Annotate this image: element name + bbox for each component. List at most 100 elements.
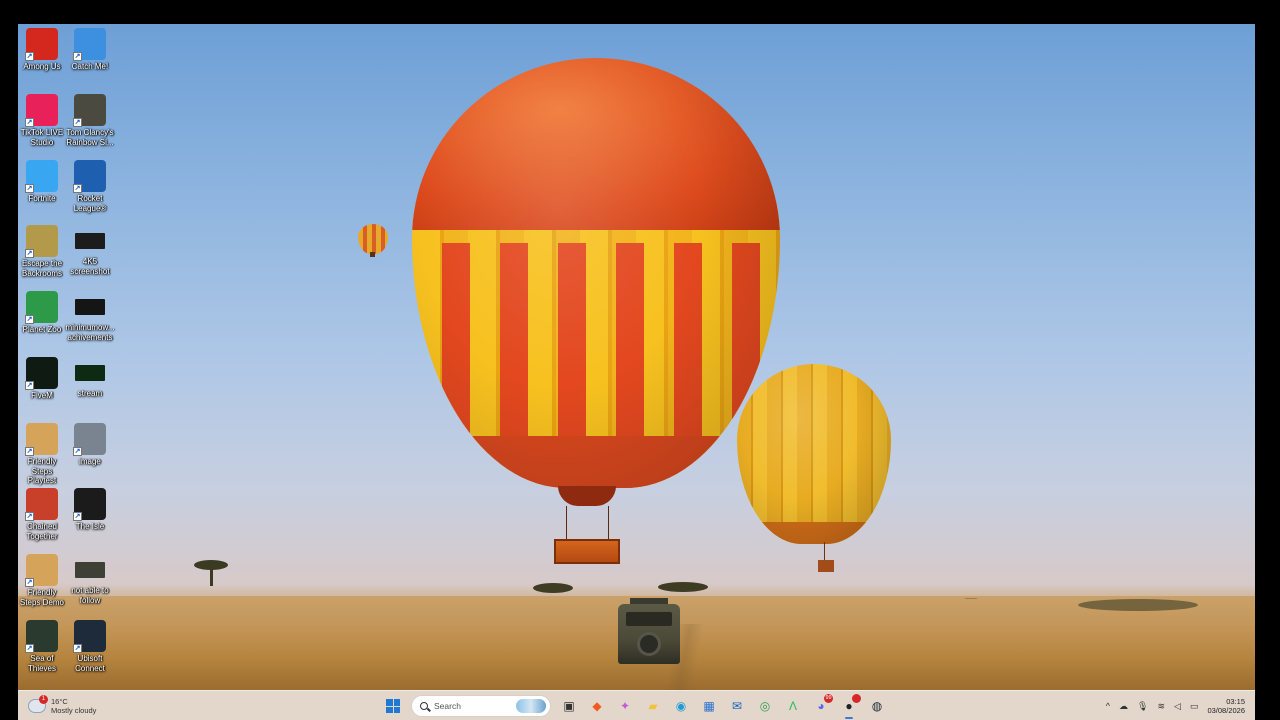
wifi-icon[interactable]: ≋ <box>1157 701 1165 712</box>
ubisoft-icon: ↗ <box>73 620 106 653</box>
task-view-button[interactable]: ▣ <box>559 696 579 716</box>
desktop-icon[interactable]: ↗ The Isle <box>65 488 115 532</box>
show-hidden-icons-button[interactable]: ^ <box>1106 701 1110 711</box>
discord-icon: ◕ <box>817 699 825 713</box>
desktop-icon[interactable]: ↗ Chained Together <box>18 488 67 541</box>
desktop-icon[interactable]: ↗ Ubisoft Connect <box>65 620 115 673</box>
task-view-icon: ▣ <box>563 699 575 713</box>
fivem-taskbar-button[interactable]: Λ <box>783 696 803 716</box>
microphone-icon[interactable]: 🎙 <box>1137 701 1148 712</box>
shortcut-arrow-icon: ↗ <box>25 381 34 390</box>
desktop-icon[interactable]: ↗ Escape the Backrooms <box>18 225 67 278</box>
onedrive-icon[interactable]: ☁ <box>1119 701 1128 712</box>
medium-balloon <box>737 364 891 544</box>
steam-button[interactable]: ◍ <box>867 696 887 716</box>
weather-alert-badge: 1 <box>39 695 48 704</box>
desktop-icon[interactable]: ↗ Tom Clancy's Rainbow Si... <box>65 94 115 147</box>
shortcut-arrow-icon: ↗ <box>25 118 34 127</box>
large-balloon <box>412 58 780 488</box>
desktop-icon-label: Among Us <box>23 62 61 71</box>
stream-file-icon <box>75 365 105 381</box>
desktop-icon-label: TikTok LIVE Studio <box>20 128 64 147</box>
clock-date: 03/08/2026 <box>1207 706 1245 715</box>
fortnite-icon: ↗ <box>25 160 58 193</box>
battery-icon[interactable]: ▭ <box>1190 701 1199 712</box>
rainbow-six-icon: ↗ <box>73 94 106 127</box>
desktop-icon[interactable]: stream <box>65 357 115 399</box>
shortcut-arrow-icon: ↗ <box>25 184 34 193</box>
cloud-icon: 1 <box>28 695 48 713</box>
desktop-icon[interactable]: ↗ Friendly Steps Demo <box>18 554 67 607</box>
desktop-icon[interactable]: ↗ Among Us <box>18 28 67 72</box>
desktop-icon-label: Sea of Thieves <box>27 654 56 673</box>
clock[interactable]: 03:15 03/08/2026 <box>1207 697 1245 715</box>
friendly-steps-icon: ↗ <box>25 554 58 587</box>
fivem-icon: ↗ <box>25 357 58 390</box>
desktop-icon[interactable]: not able to follow <box>65 554 115 605</box>
edge-button[interactable]: ◉ <box>671 696 691 716</box>
balloon-basket <box>554 539 620 564</box>
desktop-icon-label: Chained Together <box>26 522 58 541</box>
chrome-button[interactable]: ◎ <box>755 696 775 716</box>
image-file-icon: ↗ <box>73 423 106 456</box>
weather-condition: Mostly cloudy <box>51 706 97 715</box>
desktop-icon[interactable]: ↗ Sea of Thieves <box>18 620 67 673</box>
shortcut-arrow-icon: ↗ <box>25 578 34 587</box>
tiktok-icon: ↗ <box>25 94 58 127</box>
shortcut-arrow-icon: ↗ <box>25 644 34 653</box>
shortcut-arrow-icon: ↗ <box>25 249 34 258</box>
taskbar: 1 16°C Mostly cloudy Search ▣ ◆ ✦ ▰ ◉ ▦ ✉ ◎ Λ ◕ 99… <box>18 690 1255 720</box>
search-placeholder: Search <box>434 701 461 711</box>
desktop-icon-label: Planet Zoo <box>22 325 62 334</box>
desktop-icon-label: Fortnite <box>28 194 56 203</box>
weather-temperature: 16°C <box>51 697 68 706</box>
edge-icon: ◉ <box>675 699 687 713</box>
mail-icon: ✉ <box>731 699 743 713</box>
desktop-screen: ↗ Among Us ↗ Catch Me! ↗ TikTok LIVE Studio ↗ T… <box>18 24 1255 720</box>
chrome-icon: ◎ <box>759 699 771 713</box>
rocket-league-icon: ↗ <box>73 160 106 193</box>
obs-icon: ● <box>845 699 853 713</box>
windows-icon <box>386 699 400 713</box>
store-button[interactable]: ▦ <box>699 696 719 716</box>
desktop-icon[interactable]: ↗ image <box>65 423 115 467</box>
desktop-icon[interactable]: ↗ Friendly Steps Playtest <box>18 423 67 486</box>
desktop-icon[interactable]: 4K5 screenshot <box>65 225 115 276</box>
desktop-icon[interactable]: ↗ Catch Me! <box>65 28 115 72</box>
shortcut-arrow-icon: ↗ <box>73 512 82 521</box>
start-button[interactable] <box>383 696 403 716</box>
desktop-icon-label: minimumow... achivements <box>65 323 115 342</box>
obs-button[interactable]: ● <box>839 694 861 719</box>
file-explorer-button[interactable]: ▰ <box>643 696 663 716</box>
volume-icon[interactable]: ◁ <box>1174 701 1181 712</box>
desktop-icon[interactable]: ↗ Rocket League® <box>65 160 115 213</box>
among-us-icon: ↗ <box>25 28 58 61</box>
desktop-icon[interactable]: minimumow... achivements <box>65 291 115 342</box>
desktop-icon-label: image <box>79 457 101 466</box>
desktop-icon-label: Escape the Backrooms <box>21 259 63 278</box>
desktop-icon[interactable]: ↗ Fortnite <box>18 160 67 204</box>
desktop-icon-label: Tom Clancy's Rainbow Si... <box>66 128 114 147</box>
desktop-icon-label: not able to follow <box>71 586 109 605</box>
shortcut-arrow-icon: ↗ <box>73 184 82 193</box>
discord-button[interactable]: ◕ 99 <box>811 694 833 716</box>
desktop-icon[interactable]: ↗ TikTok LIVE Studio <box>18 94 67 147</box>
safari-jeep <box>618 598 680 664</box>
brave-button[interactable]: ◆ <box>587 696 607 716</box>
copilot-button[interactable]: ✦ <box>615 696 635 716</box>
desktop-icon[interactable]: ↗ FiveM <box>18 357 67 401</box>
screenshot-file-icon <box>75 233 105 249</box>
desktop-icon[interactable]: ↗ Planet Zoo <box>18 291 67 335</box>
shortcut-arrow-icon: ↗ <box>25 512 34 521</box>
desktop-icon-label: Rocket League® <box>73 194 107 213</box>
weather-widget[interactable]: 1 16°C Mostly cloudy <box>28 695 96 717</box>
desktop-icon-label: 4K5 screenshot <box>70 257 110 276</box>
clock-time: 03:15 <box>1226 697 1245 706</box>
chained-together-icon: ↗ <box>25 488 58 521</box>
video-file-icon <box>75 562 105 578</box>
shortcut-arrow-icon: ↗ <box>25 52 34 61</box>
taskbar-search[interactable]: Search <box>411 695 551 717</box>
desktop-icon-label: Catch Me! <box>71 62 109 71</box>
outlook-button[interactable]: ✉ <box>727 696 747 716</box>
copilot-icon: ✦ <box>619 699 631 713</box>
